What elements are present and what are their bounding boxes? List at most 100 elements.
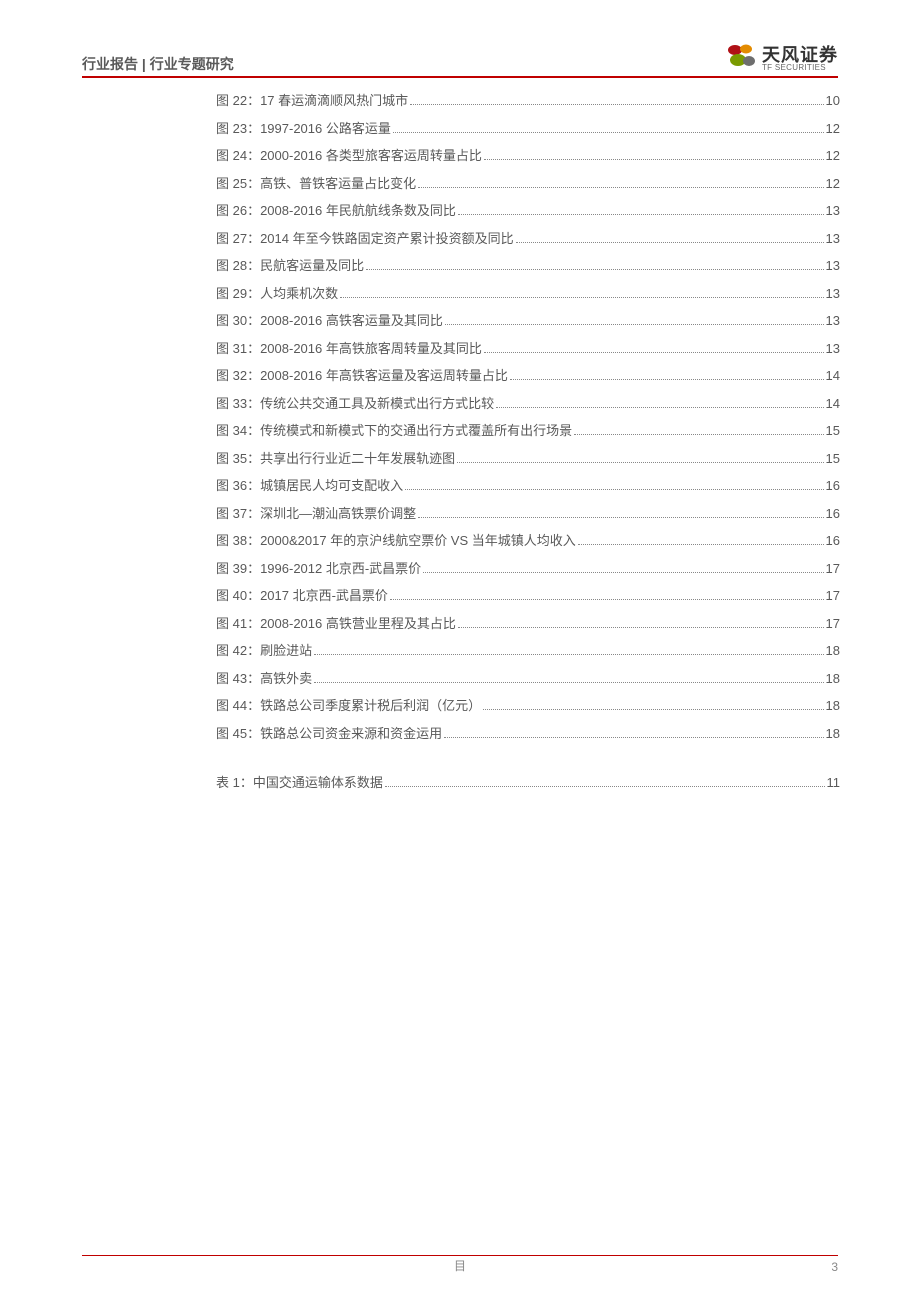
toc-label: 图 44：铁路总公司季度累计税后利润（亿元） xyxy=(216,695,481,714)
brand-block: 天风证券 TF SECURITIES xyxy=(726,43,838,74)
toc-leader-dots xyxy=(340,297,823,298)
toc-page-number: 13 xyxy=(826,231,840,246)
toc-leader-dots xyxy=(418,187,823,188)
toc-row-figure: 图 35：共享出行行业近二十年发展轨迹图15 xyxy=(216,448,840,467)
toc-leader-dots xyxy=(496,407,823,408)
toc-page-number: 10 xyxy=(826,93,840,108)
toc-page-number: 18 xyxy=(826,726,840,741)
toc-label: 图 27：2014 年至今铁路固定资产累计投资额及同比 xyxy=(216,228,514,247)
toc-row-figure: 图 31：2008-2016 年高铁旅客周转量及其同比 13 xyxy=(216,338,840,357)
toc-page-number: 13 xyxy=(826,203,840,218)
toc-leader-dots xyxy=(410,104,823,105)
toc-label: 图 22：17 春运滴滴顺风热门城市 xyxy=(216,90,408,109)
toc-row-figure: 图 43：高铁外卖 18 xyxy=(216,668,840,687)
toc-page-number: 12 xyxy=(826,121,840,136)
toc-label: 表 1：中国交通运输体系数据 xyxy=(216,772,383,791)
toc-row-figure: 图 25：高铁、普铁客运量占比变化 12 xyxy=(216,173,840,192)
toc-row-figure: 图 30：2008-2016 高铁客运量及其同比13 xyxy=(216,310,840,329)
toc-page-number: 12 xyxy=(826,148,840,163)
toc-page-number: 18 xyxy=(826,698,840,713)
toc-leader-dots xyxy=(574,434,823,435)
toc-label: 图 45：铁路总公司资金来源和资金运用 xyxy=(216,723,442,742)
toc-row-figure: 图 44：铁路总公司季度累计税后利润（亿元） 18 xyxy=(216,695,840,714)
toc-label: 图 43：高铁外卖 xyxy=(216,668,312,687)
brand-cn: 天风证券 xyxy=(762,46,838,64)
toc-row-figure: 图 42：刷脸进站18 xyxy=(216,640,840,659)
toc-section-gap xyxy=(216,750,840,772)
toc-label: 图 28：民航客运量及同比 xyxy=(216,255,364,274)
toc-page-number: 12 xyxy=(826,176,840,191)
toc-leader-dots xyxy=(458,627,824,628)
toc-label: 图 25：高铁、普铁客运量占比变化 xyxy=(216,173,416,192)
toc-label: 图 40：2017 北京西-武昌票价 xyxy=(216,585,388,604)
tf-logo-icon xyxy=(726,43,756,74)
toc-row-figure: 图 41：2008-2016 高铁营业里程及其占比 17 xyxy=(216,613,840,632)
toc-page-number: 17 xyxy=(826,616,840,631)
toc-leader-dots xyxy=(385,786,825,787)
page-number: 3 xyxy=(831,1260,838,1274)
toc-leader-dots xyxy=(484,159,824,160)
toc-leader-dots xyxy=(444,737,823,738)
toc-row-figure: 图 32：2008-2016 年高铁客运量及客运周转量占比14 xyxy=(216,365,840,384)
toc-row-figure: 图 38：2000&2017 年的京沪线航空票价 VS 当年城镇人均收入16 xyxy=(216,530,840,549)
toc-label: 图 41：2008-2016 高铁营业里程及其占比 xyxy=(216,613,456,632)
toc-leader-dots xyxy=(390,599,824,600)
toc-row-figure: 图 37：深圳北—潮汕高铁票价调整 16 xyxy=(216,503,840,522)
toc-label: 图 29：人均乘机次数 xyxy=(216,283,338,302)
table-of-contents: 图 22：17 春运滴滴顺风热门城市 10 图 23：1997-2016 公路客运量… xyxy=(216,90,840,800)
toc-page-number: 16 xyxy=(826,478,840,493)
toc-row-figure: 图 28：民航客运量及同比 13 xyxy=(216,255,840,274)
toc-leader-dots xyxy=(405,489,823,490)
toc-row-table: 表 1：中国交通运输体系数据11 xyxy=(216,772,840,791)
footer-center-text: 目 xyxy=(0,1257,920,1274)
page: 行业报告 | 行业专题研究 天风证券 TF SECURITIES 图 22：17… xyxy=(0,0,920,1302)
toc-page-number: 14 xyxy=(826,396,840,411)
toc-page-number: 14 xyxy=(826,368,840,383)
toc-leader-dots xyxy=(484,352,824,353)
toc-leader-dots xyxy=(578,544,824,545)
toc-leader-dots xyxy=(445,324,824,325)
toc-label: 图 31：2008-2016 年高铁旅客周转量及其同比 xyxy=(216,338,482,357)
toc-row-figure: 图 26：2008-2016 年民航航线条数及同比 13 xyxy=(216,200,840,219)
toc-leader-dots xyxy=(516,242,824,243)
toc-label: 图 39：1996-2012 北京西-武昌票价 xyxy=(216,558,421,577)
toc-row-figure: 图 36：城镇居民人均可支配收入 16 xyxy=(216,475,840,494)
toc-row-figure: 图 33：传统公共交通工具及新模式出行方式比较 14 xyxy=(216,393,840,412)
toc-page-number: 13 xyxy=(826,258,840,273)
toc-row-figure: 图 24：2000-2016 各类型旅客客运周转量占比 12 xyxy=(216,145,840,164)
toc-leader-dots xyxy=(314,682,823,683)
brand-en: TF SECURITIES xyxy=(762,64,838,72)
toc-page-number: 13 xyxy=(826,341,840,356)
toc-page-number: 17 xyxy=(826,588,840,603)
toc-label: 图 37：深圳北—潮汕高铁票价调整 xyxy=(216,503,416,522)
toc-row-figure: 图 40：2017 北京西-武昌票价 17 xyxy=(216,585,840,604)
page-header: 行业报告 | 行业专题研究 天风证券 TF SECURITIES xyxy=(82,44,838,78)
toc-row-figure: 图 39：1996-2012 北京西-武昌票价17 xyxy=(216,558,840,577)
toc-leader-dots xyxy=(314,654,823,655)
toc-label: 图 36：城镇居民人均可支配收入 xyxy=(216,475,403,494)
toc-label: 图 34：传统模式和新模式下的交通出行方式覆盖所有出行场景 xyxy=(216,420,572,439)
toc-label: 图 38：2000&2017 年的京沪线航空票价 VS 当年城镇人均收入 xyxy=(216,530,576,549)
toc-page-number: 18 xyxy=(826,671,840,686)
brand-text: 天风证券 TF SECURITIES xyxy=(762,46,838,72)
toc-label: 图 24：2000-2016 各类型旅客客运周转量占比 xyxy=(216,145,482,164)
toc-page-number: 15 xyxy=(826,451,840,466)
toc-leader-dots xyxy=(366,269,823,270)
toc-label: 图 33：传统公共交通工具及新模式出行方式比较 xyxy=(216,393,494,412)
toc-row-figure: 图 34：传统模式和新模式下的交通出行方式覆盖所有出行场景 15 xyxy=(216,420,840,439)
toc-page-number: 13 xyxy=(826,286,840,301)
toc-page-number: 13 xyxy=(826,313,840,328)
toc-row-figure: 图 45：铁路总公司资金来源和资金运用 18 xyxy=(216,723,840,742)
toc-row-figure: 图 22：17 春运滴滴顺风热门城市 10 xyxy=(216,90,840,109)
toc-page-number: 15 xyxy=(826,423,840,438)
toc-leader-dots xyxy=(483,709,823,710)
toc-row-figure: 图 23：1997-2016 公路客运量 12 xyxy=(216,118,840,137)
toc-label: 图 23：1997-2016 公路客运量 xyxy=(216,118,391,137)
toc-row-figure: 图 27：2014 年至今铁路固定资产累计投资额及同比 13 xyxy=(216,228,840,247)
toc-leader-dots xyxy=(457,462,823,463)
toc-page-number: 18 xyxy=(826,643,840,658)
toc-leader-dots xyxy=(418,517,823,518)
toc-leader-dots xyxy=(423,572,823,573)
toc-page-number: 16 xyxy=(826,506,840,521)
toc-label: 图 26：2008-2016 年民航航线条数及同比 xyxy=(216,200,456,219)
